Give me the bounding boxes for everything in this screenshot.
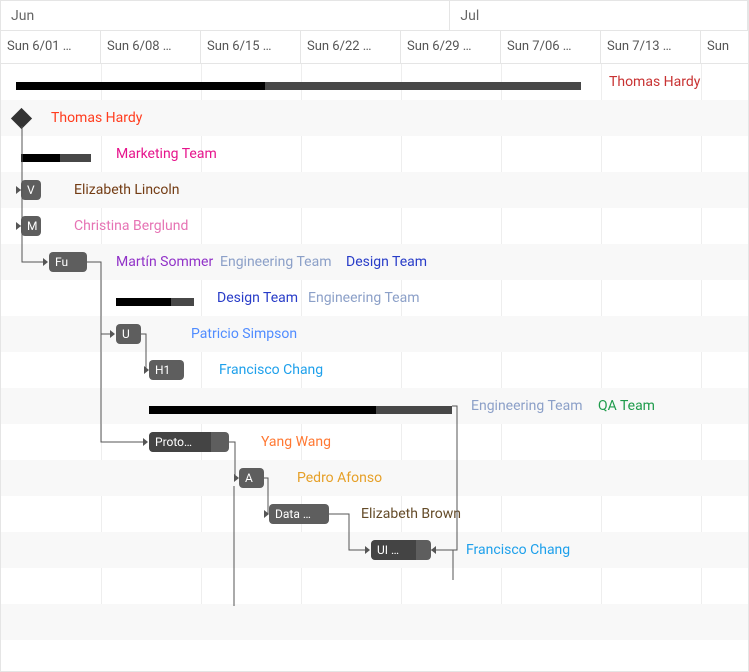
gantt-row: Engineering Team QA Team <box>1 388 748 424</box>
task-label: M <box>27 219 37 233</box>
gantt-chart[interactable]: JunJul Sun 6/01 …Sun 6/08 …Sun 6/15 …Sun… <box>0 0 749 672</box>
task-label: UI … <box>377 543 399 557</box>
resource-label: Engineering Team <box>308 290 419 306</box>
month-header: JunJul <box>1 1 748 31</box>
day-cell: Sun <box>701 31 749 64</box>
resource-label: Pedro Afonso <box>297 470 382 486</box>
dependency-arrow <box>143 438 148 446</box>
resource-label: Francisco Chang <box>466 542 570 558</box>
resource-label: Design Team <box>346 254 427 270</box>
resource-label: Francisco Chang <box>219 362 323 378</box>
gantt-row: M Christina Berglund <box>1 208 748 244</box>
day-cell: Sun 6/29 … <box>401 31 501 64</box>
task-bar[interactable]: A <box>239 468 264 488</box>
task-bar[interactable]: Data … <box>269 504 329 524</box>
day-cell: Sun 6/22 … <box>301 31 401 64</box>
month-cell: Jun <box>1 1 450 31</box>
dependency-arrow <box>365 546 370 554</box>
task-bar[interactable]: Proto… <box>149 432 229 452</box>
gantt-row: Marketing Team <box>1 136 748 172</box>
resource-label: Elizabeth Lincoln <box>74 182 180 198</box>
resource-label: Engineering Team <box>471 398 582 414</box>
dependency-arrow <box>16 186 21 194</box>
task-bar[interactable]: Fu <box>49 252 87 272</box>
task-bar[interactable]: U <box>116 324 141 344</box>
task-label: Proto… <box>155 435 192 449</box>
task-bar[interactable]: V <box>21 180 41 200</box>
gantt-row: V Elizabeth Lincoln <box>1 172 748 208</box>
group-bar[interactable] <box>21 144 91 164</box>
gantt-row: Thomas Hardy <box>1 100 748 136</box>
day-cell: Sun 6/01 … <box>1 31 101 64</box>
task-label: V <box>27 183 35 197</box>
resource-label: Thomas Hardy <box>51 110 142 126</box>
group-bar[interactable] <box>116 288 194 308</box>
day-header: Sun 6/01 …Sun 6/08 …Sun 6/15 …Sun 6/22 …… <box>1 31 748 64</box>
group-bar[interactable] <box>16 72 581 92</box>
dependency-arrow <box>234 474 239 482</box>
task-label: Data … <box>275 507 311 521</box>
resource-label: Marketing Team <box>116 146 217 162</box>
day-cell: Sun 7/06 … <box>501 31 601 64</box>
task-label: A <box>245 471 253 485</box>
month-cell: Jul <box>450 1 748 31</box>
chart-body[interactable]: Thomas Hardy Thomas Hardy Marketing Team V E… <box>1 64 748 640</box>
dependency-arrow <box>110 330 115 338</box>
resource-label: Engineering Team <box>220 254 331 270</box>
gantt-row: A Pedro Afonso <box>1 460 748 496</box>
task-label: Fu <box>55 255 68 269</box>
resource-label: Design Team <box>217 290 298 306</box>
dependency-arrow <box>43 258 48 266</box>
resource-label: QA Team <box>598 398 655 414</box>
resource-label: Martín Sommer <box>116 254 213 270</box>
gantt-row: UI … Francisco Chang <box>1 532 748 568</box>
gantt-row: Fu Martín Sommer Engineering Team Design Te… <box>1 244 748 280</box>
resource-label: Elizabeth Brown <box>361 506 461 522</box>
resource-label: Thomas Hardy <box>609 74 700 90</box>
milestone-diamond[interactable] <box>11 108 32 129</box>
gantt-row <box>1 568 748 604</box>
day-cell: Sun 6/08 … <box>101 31 201 64</box>
gantt-row: H1 Francisco Chang <box>1 352 748 388</box>
group-bar[interactable] <box>149 396 452 416</box>
resource-label: Yang Wang <box>261 434 331 450</box>
resource-label: Christina Berglund <box>74 218 188 234</box>
gantt-row: Design Team Engineering Team <box>1 280 748 316</box>
dependency-arrow <box>431 546 436 554</box>
gantt-row: Thomas Hardy <box>1 64 748 100</box>
gantt-row: Data … Elizabeth Brown <box>1 496 748 532</box>
task-bar[interactable]: UI … <box>371 540 431 560</box>
task-bar[interactable]: H1 <box>149 360 184 380</box>
dependency-arrow <box>16 222 21 230</box>
dependency-arrow <box>264 510 269 518</box>
dependency-arrow <box>144 366 149 374</box>
gantt-row: Proto… Yang Wang <box>1 424 748 460</box>
task-bar[interactable]: M <box>21 216 41 236</box>
task-label: H1 <box>155 363 170 377</box>
day-cell: Sun 7/13 … <box>601 31 701 64</box>
task-label: U <box>122 327 130 341</box>
resource-label: Patricio Simpson <box>191 326 297 342</box>
day-cell: Sun 6/15 … <box>201 31 301 64</box>
gantt-row <box>1 604 748 640</box>
